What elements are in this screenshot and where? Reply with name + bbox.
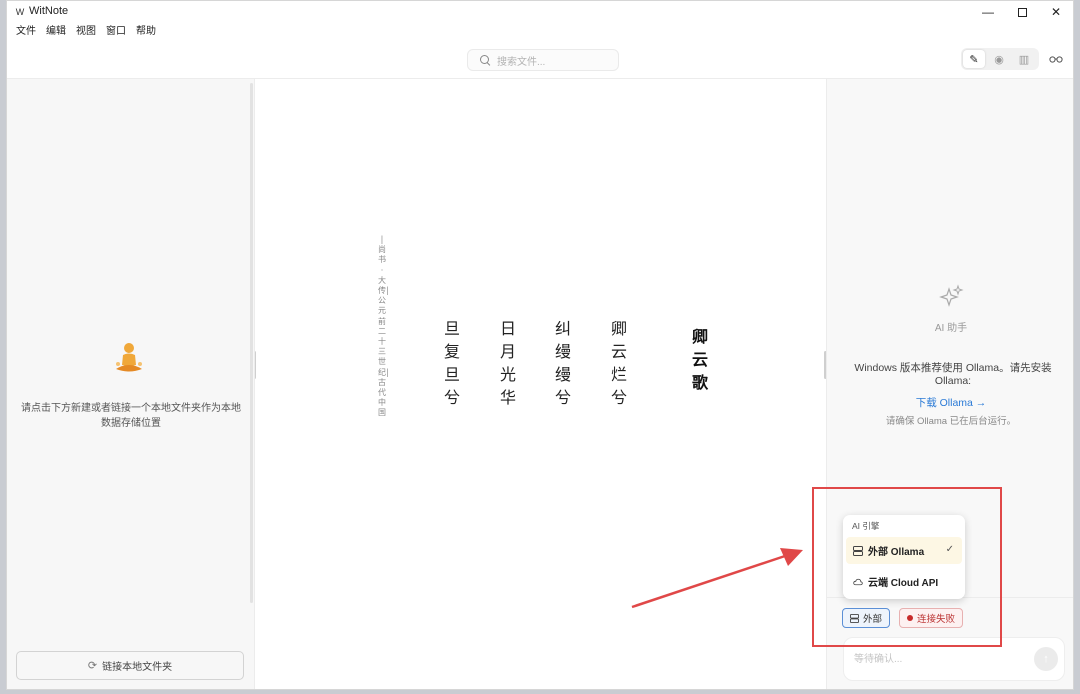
- split-mode-button[interactable]: ▥: [1013, 50, 1035, 68]
- view-mode-switcher: ✎ ◉ ▥: [961, 48, 1039, 70]
- close-button[interactable]: ✕: [1039, 1, 1073, 23]
- note-editor[interactable]: |尚书·大传|公元前二十三世纪|古代中国 旦复旦兮 日月光华 纠缦缦兮 卿云烂兮…: [256, 79, 825, 689]
- eye-icon: ◉: [994, 53, 1004, 66]
- minimize-button[interactable]: —: [971, 1, 1005, 23]
- top-toolbar: 搜索文件... ✎ ◉ ▥: [7, 41, 1073, 79]
- glasses-icon: [1049, 56, 1063, 63]
- preview-mode-button[interactable]: ◉: [988, 50, 1010, 68]
- annotation-highlight-box: [812, 487, 1002, 647]
- title-bar: W WitNote — ✕: [7, 1, 1073, 23]
- maximize-icon: [1017, 7, 1027, 17]
- search-icon: [480, 54, 491, 66]
- poem-source-note: |尚书·大传|公元前二十三世纪|古代中国: [378, 235, 389, 418]
- send-arrow-icon: ↑: [1043, 653, 1049, 665]
- search-input[interactable]: 搜索文件...: [497, 53, 545, 68]
- poem-line-1: 卿云烂兮: [610, 319, 627, 407]
- meditating-person-icon: [116, 343, 142, 372]
- columns-icon: ▥: [1018, 53, 1030, 66]
- empty-state-hint: 请点击下方新建或者链接一个本地文件夹作为本地数据存储位置: [21, 403, 241, 429]
- link-icon: ⟳: [87, 660, 98, 672]
- file-sidebar: 请点击下方新建或者链接一个本地文件夹作为本地数据存储位置 ⟳ 链接本地文件夹: [7, 79, 255, 689]
- menu-window[interactable]: 窗口: [101, 23, 131, 41]
- menu-view[interactable]: 视图: [71, 23, 101, 41]
- menu-bar: 文件 编辑 视图 窗口 帮助: [7, 23, 161, 41]
- search-box[interactable]: 搜索文件...: [467, 49, 619, 71]
- poem-line-3: 日月光华: [499, 319, 516, 407]
- sidebar-scrollbar[interactable]: [250, 83, 253, 603]
- maximize-button[interactable]: [1005, 1, 1039, 23]
- window-title: WitNote: [29, 5, 69, 17]
- link-folder-button[interactable]: ⟳ 链接本地文件夹: [16, 651, 244, 680]
- poem-line-4: 旦复旦兮: [443, 319, 460, 407]
- reader-mode-button[interactable]: [1047, 50, 1065, 68]
- menu-file[interactable]: 文件: [11, 23, 41, 41]
- poem-title: 卿云歌: [691, 327, 708, 392]
- download-ollama-link[interactable]: 下载 Ollama →: [827, 395, 1073, 410]
- send-button[interactable]: ↑: [1034, 647, 1058, 671]
- app-logo-icon: W: [15, 7, 25, 17]
- menu-edit[interactable]: 编辑: [41, 23, 71, 41]
- menu-help[interactable]: 帮助: [131, 23, 161, 41]
- poem-line-2: 纠缦缦兮: [554, 319, 571, 407]
- link-folder-label: 链接本地文件夹: [102, 662, 173, 673]
- ollama-install-message: Windows 版本推荐使用 Ollama。请先安装 Ollama:: [854, 362, 1052, 387]
- sparkle-icon: [939, 284, 964, 307]
- edit-mode-button[interactable]: ✎: [963, 50, 985, 68]
- ai-assistant-label: AI 助手: [934, 323, 968, 334]
- ollama-running-hint: 请确保 Ollama 已在后台运行。: [885, 416, 1017, 427]
- pencil-icon: ✎: [969, 53, 979, 66]
